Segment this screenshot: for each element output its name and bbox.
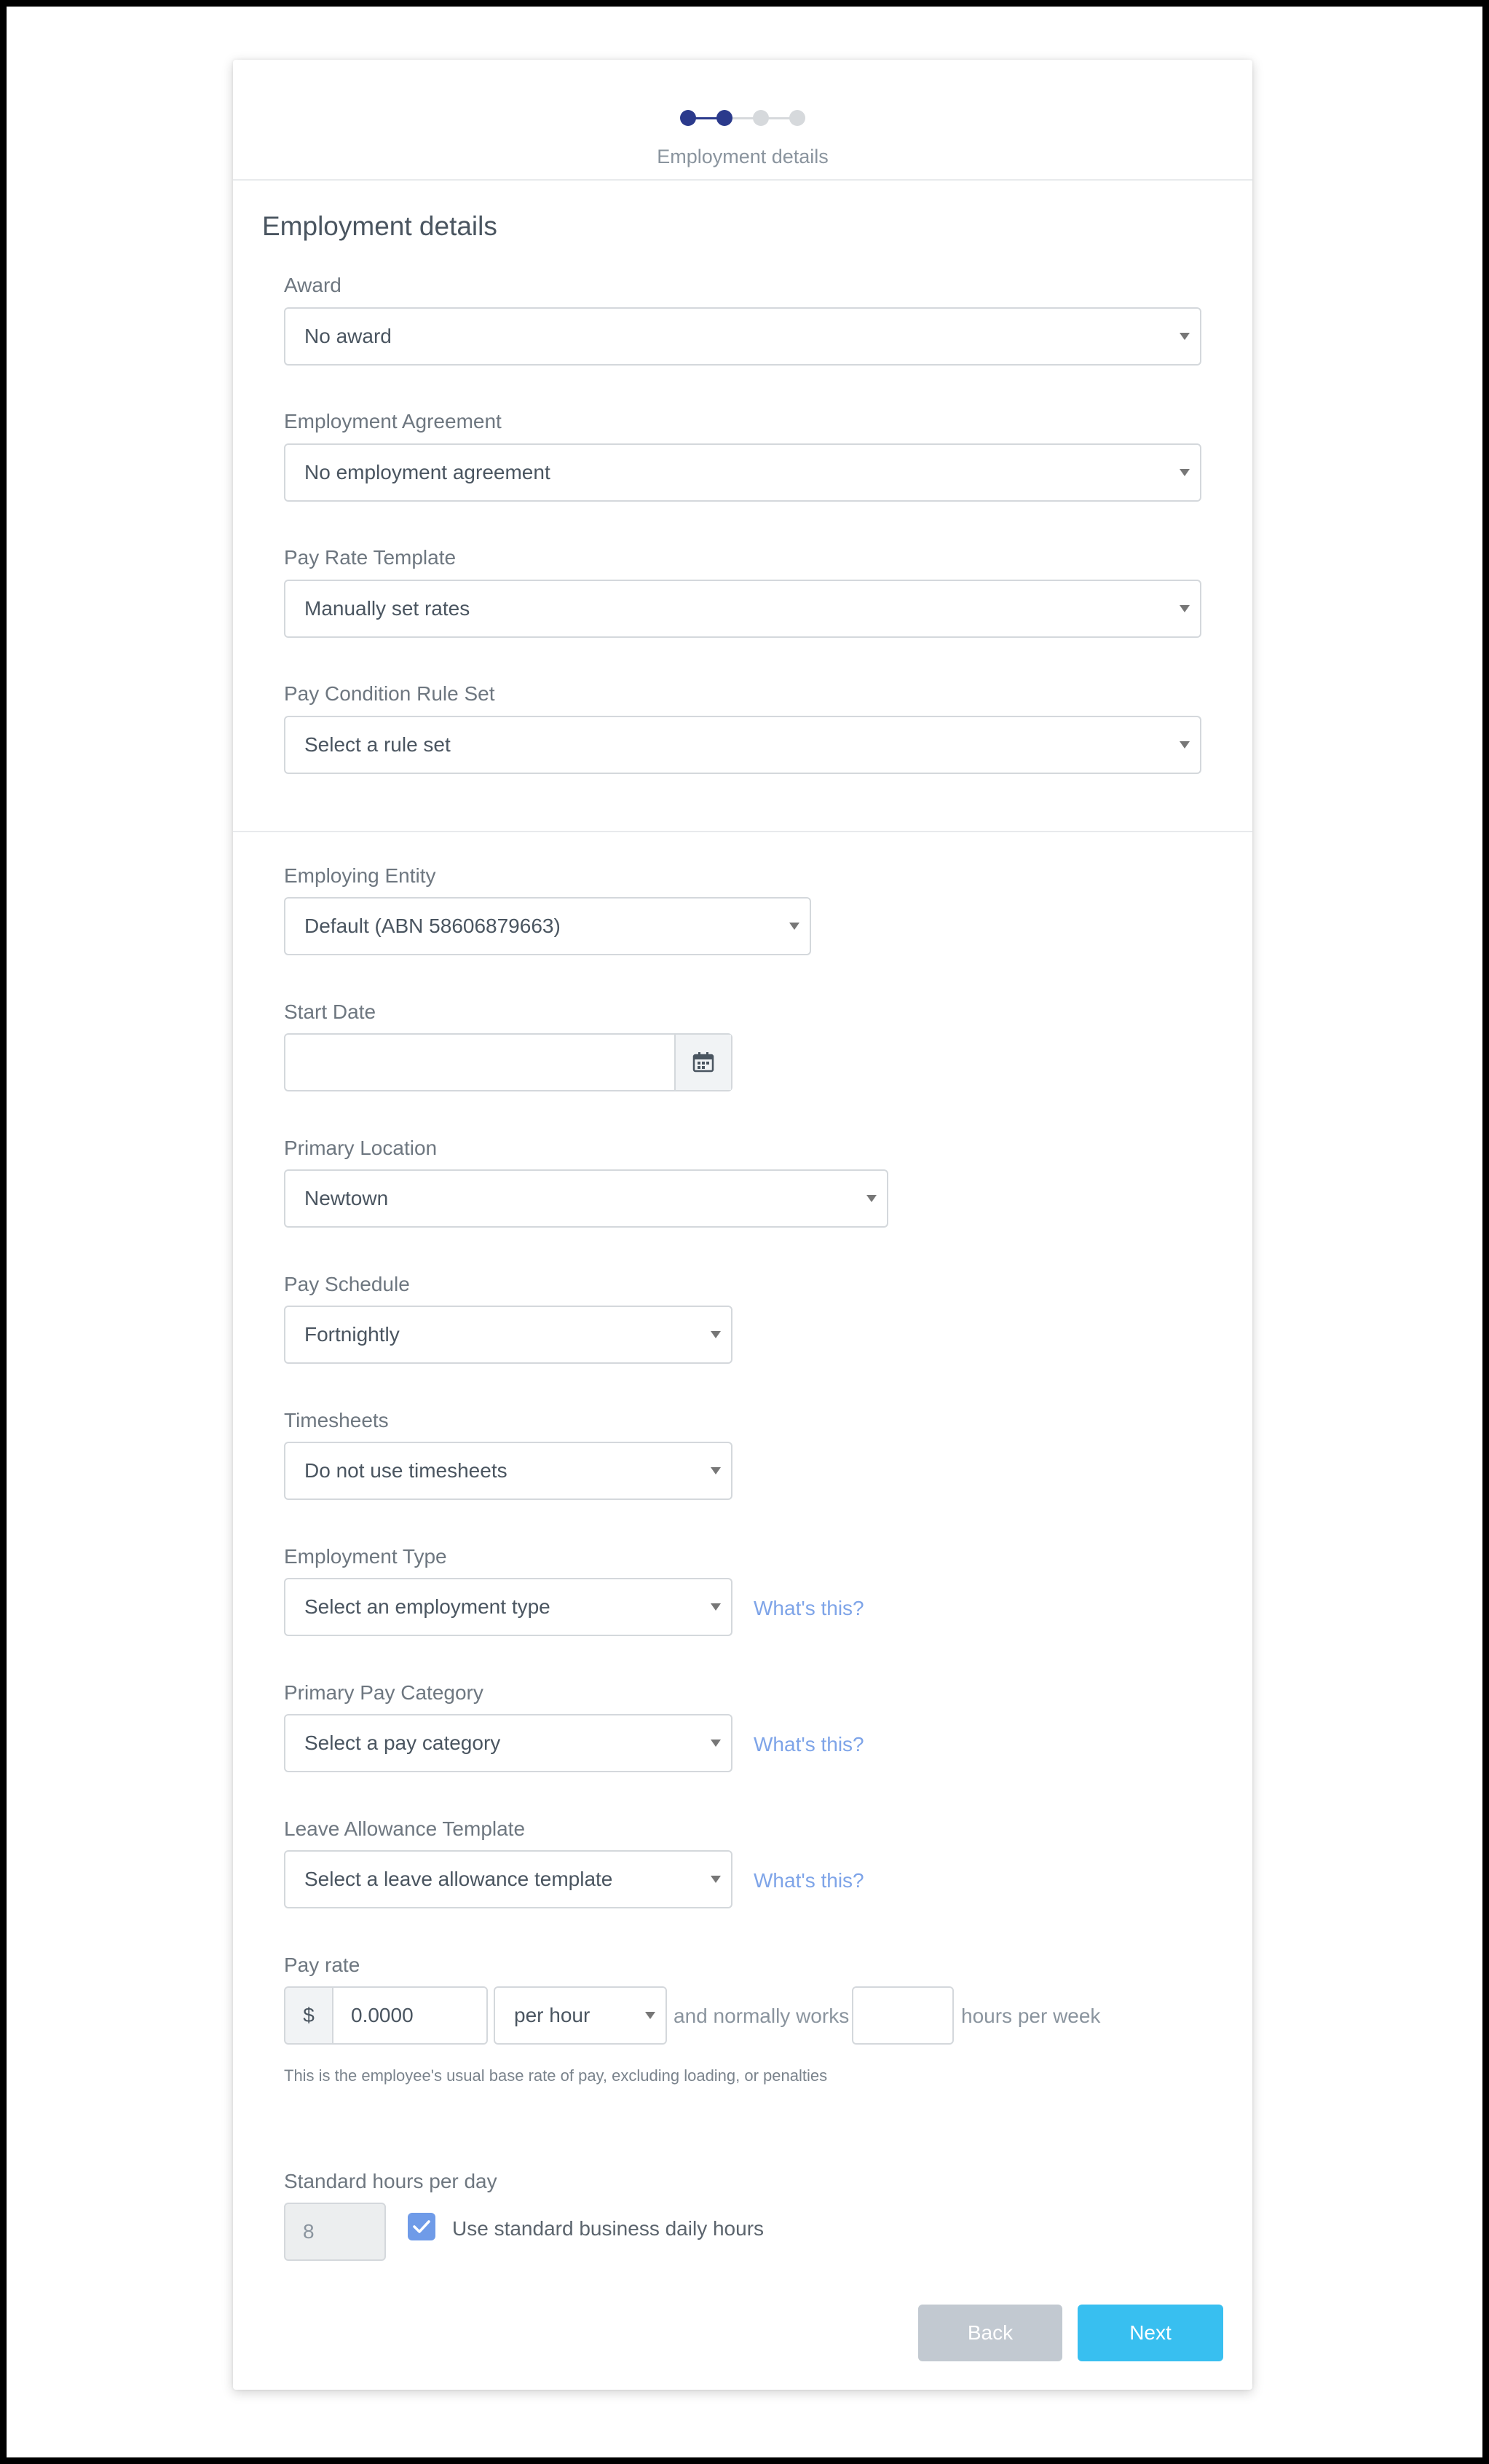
chevron-down-icon bbox=[711, 1467, 721, 1474]
leave-allowance-label: Leave Allowance Template bbox=[284, 1817, 526, 1840]
employment-type-help-link[interactable]: What's this? bbox=[754, 1597, 864, 1620]
employment-type-select[interactable]: Select an employment type bbox=[284, 1578, 732, 1636]
pay-schedule-value: Fortnightly bbox=[304, 1323, 400, 1346]
award-label: Award bbox=[284, 274, 341, 296]
award-select[interactable]: No award bbox=[284, 307, 1201, 366]
chevron-down-icon bbox=[1180, 333, 1190, 340]
start-date-input[interactable] bbox=[284, 1033, 732, 1091]
pay-rate-template-label: Pay Rate Template bbox=[284, 546, 457, 569]
header-divider bbox=[233, 179, 1252, 181]
leave-allowance-help-link[interactable]: What's this? bbox=[754, 1869, 864, 1892]
employment-type-label: Employment Type bbox=[284, 1545, 447, 1568]
pay-rate-unit-value: per hour bbox=[514, 2004, 591, 2026]
employing-entity-label: Employing Entity bbox=[284, 864, 436, 887]
standard-hours-checkbox[interactable] bbox=[408, 2213, 435, 2240]
check-icon bbox=[413, 2220, 430, 2233]
chevron-down-icon bbox=[711, 1876, 721, 1883]
pay-rate-template-value: Manually set rates bbox=[304, 597, 470, 620]
pay-condition-select[interactable]: Select a rule set bbox=[284, 716, 1201, 774]
standard-hours-input[interactable]: 8 bbox=[284, 2203, 386, 2261]
primary-location-value: Newtown bbox=[304, 1187, 389, 1209]
leave-allowance-value: Select a leave allowance template bbox=[304, 1868, 613, 1890]
chevron-down-icon bbox=[711, 1740, 721, 1747]
primary-pay-category-label: Primary Pay Category bbox=[284, 1681, 483, 1704]
hours-per-week-input[interactable] bbox=[852, 1986, 954, 2045]
pay-rate-help-text: This is the employee's usual base rate o… bbox=[284, 2066, 828, 2085]
start-date-label: Start Date bbox=[284, 1000, 376, 1023]
progress-stepper bbox=[233, 103, 1252, 133]
agreement-select[interactable]: No employment agreement bbox=[284, 443, 1201, 502]
step-4[interactable] bbox=[789, 110, 805, 126]
primary-location-label: Primary Location bbox=[284, 1137, 438, 1159]
pay-condition-label: Pay Condition Rule Set bbox=[284, 682, 495, 705]
calendar-icon bbox=[692, 1052, 714, 1073]
normally-works-text: and normally works bbox=[674, 2005, 850, 2027]
leave-allowance-select[interactable]: Select a leave allowance template bbox=[284, 1850, 732, 1908]
step-3[interactable] bbox=[753, 110, 769, 126]
step-label: Employment details bbox=[657, 146, 829, 167]
primary-location-select[interactable]: Newtown bbox=[284, 1169, 888, 1228]
primary-pay-category-value: Select a pay category bbox=[304, 1731, 501, 1754]
chevron-down-icon bbox=[789, 923, 799, 930]
pay-rate-unit-select[interactable]: per hour bbox=[494, 1986, 667, 2045]
chevron-down-icon bbox=[645, 2012, 655, 2019]
employment-type-value: Select an employment type bbox=[304, 1595, 550, 1618]
employment-form-card: Employment details Employment details Aw… bbox=[233, 60, 1252, 2390]
step-1[interactable] bbox=[680, 110, 696, 126]
pay-schedule-label: Pay Schedule bbox=[284, 1273, 410, 1295]
primary-pay-category-select[interactable]: Select a pay category bbox=[284, 1714, 732, 1772]
next-button[interactable]: Next bbox=[1078, 2305, 1223, 2361]
chevron-down-icon bbox=[866, 1195, 877, 1202]
chevron-down-icon bbox=[1180, 469, 1190, 476]
chevron-down-icon bbox=[1180, 605, 1190, 612]
calendar-button[interactable] bbox=[674, 1035, 731, 1090]
timesheets-select[interactable]: Do not use timesheets bbox=[284, 1442, 732, 1500]
chevron-down-icon bbox=[711, 1603, 721, 1611]
pay-condition-value: Select a rule set bbox=[304, 733, 451, 756]
step-2[interactable] bbox=[716, 110, 732, 126]
pay-rate-template-select[interactable]: Manually set rates bbox=[284, 580, 1201, 638]
standard-hours-label: Standard hours per day bbox=[284, 2170, 497, 2192]
timesheets-value: Do not use timesheets bbox=[304, 1459, 507, 1482]
section-title: Employment details bbox=[262, 211, 497, 241]
primary-pay-category-help-link[interactable]: What's this? bbox=[754, 1733, 864, 1756]
agreement-label: Employment Agreement bbox=[284, 410, 502, 433]
back-button[interactable]: Back bbox=[918, 2305, 1062, 2361]
pay-schedule-select[interactable]: Fortnightly bbox=[284, 1306, 732, 1364]
agreement-value: No employment agreement bbox=[304, 461, 550, 483]
chevron-down-icon bbox=[711, 1331, 721, 1338]
pay-rate-label: Pay rate bbox=[284, 1954, 360, 1976]
employing-entity-select[interactable]: Default (ABN 58606879663) bbox=[284, 897, 811, 955]
award-value: No award bbox=[304, 325, 392, 347]
standard-hours-checkbox-label[interactable]: Use standard business daily hours bbox=[452, 2217, 764, 2240]
hours-per-week-text: hours per week bbox=[961, 2005, 1101, 2027]
employing-entity-value: Default (ABN 58606879663) bbox=[304, 915, 561, 937]
chevron-down-icon bbox=[1180, 741, 1190, 749]
timesheets-label: Timesheets bbox=[284, 1409, 389, 1432]
section-divider bbox=[233, 831, 1252, 832]
currency-addon: $ bbox=[284, 1986, 333, 2045]
pay-rate-amount-input[interactable]: 0.0000 bbox=[332, 1986, 488, 2045]
